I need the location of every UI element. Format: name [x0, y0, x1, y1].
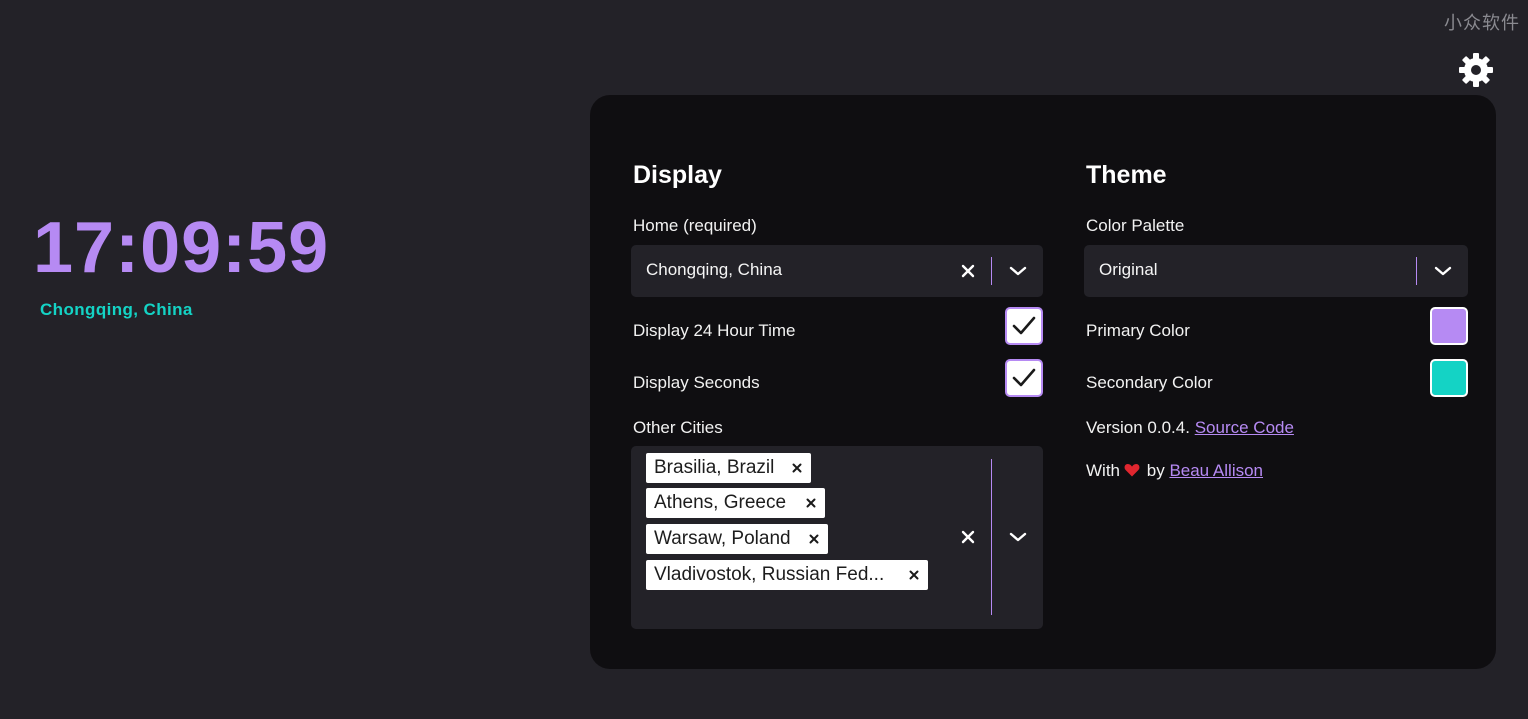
- chevron-down-icon: [1009, 532, 1027, 542]
- clock-time: 17:09:59: [33, 208, 330, 288]
- primary-color-label: Primary Color: [1086, 321, 1190, 340]
- color-palette-select[interactable]: Original: [1084, 245, 1468, 297]
- city-chip-label: Vladivostok, Russian Fed...: [654, 564, 885, 585]
- author-link[interactable]: Beau Allison: [1169, 461, 1263, 480]
- settings-panel: Display Home (required) Chongqing, China…: [590, 95, 1496, 669]
- version-line: Version 0.0.4. Source Code: [1086, 418, 1294, 438]
- theme-title: Theme: [1086, 161, 1167, 189]
- select-separator: [991, 459, 992, 615]
- select-separator: [991, 257, 992, 285]
- by-text: by: [1146, 461, 1165, 480]
- city-chip-label: Warsaw, Poland: [654, 528, 791, 549]
- settings-gear-icon[interactable]: [1458, 52, 1494, 88]
- city-chip: Warsaw, Poland: [646, 524, 828, 554]
- home-label: Home (required): [633, 216, 757, 235]
- check-icon: [1012, 316, 1036, 335]
- home-select[interactable]: Chongqing, China: [631, 245, 1043, 297]
- city-chip: Brasilia, Brazil: [646, 453, 811, 483]
- watermark: 小众软件: [1444, 13, 1520, 33]
- display-24h-checkbox[interactable]: [1005, 307, 1043, 345]
- select-separator: [1416, 257, 1417, 285]
- gear-icon: [1459, 53, 1493, 87]
- other-cities-clear-button[interactable]: [955, 524, 981, 550]
- close-icon: [961, 530, 975, 544]
- primary-color-swatch[interactable]: [1430, 307, 1468, 345]
- home-clear-button[interactable]: [955, 258, 981, 284]
- secondary-color-label: Secondary Color: [1086, 373, 1213, 392]
- close-icon: [961, 264, 975, 278]
- chevron-down-icon: [1009, 266, 1027, 276]
- color-palette-label: Color Palette: [1086, 216, 1185, 235]
- color-palette-value: Original: [1099, 260, 1158, 279]
- color-palette-dropdown-button[interactable]: [1430, 259, 1456, 283]
- other-cities-label: Other Cities: [633, 418, 723, 437]
- clock-city-label: Chongqing, China: [40, 300, 193, 319]
- remove-city-button[interactable]: [906, 567, 922, 583]
- close-icon: [909, 570, 919, 580]
- check-icon: [1012, 368, 1036, 387]
- heart-icon: [1124, 462, 1140, 482]
- close-icon: [792, 463, 802, 473]
- close-icon: [809, 534, 819, 544]
- display-seconds-label: Display Seconds: [633, 373, 760, 392]
- home-dropdown-button[interactable]: [1005, 259, 1031, 283]
- city-chip-label: Athens, Greece: [654, 492, 787, 513]
- display-title: Display: [633, 161, 722, 189]
- app-root: 小众软件 17:09:59 Chongqing, China Display H…: [0, 0, 1528, 719]
- with-text: With: [1086, 461, 1120, 480]
- version-text: Version 0.0.4.: [1086, 418, 1190, 437]
- close-icon: [806, 498, 816, 508]
- city-chip-label: Brasilia, Brazil: [654, 457, 775, 478]
- chevron-down-icon: [1434, 266, 1452, 276]
- display-seconds-checkbox[interactable]: [1005, 359, 1043, 397]
- home-select-value: Chongqing, China: [646, 260, 783, 279]
- source-code-link[interactable]: Source Code: [1195, 418, 1294, 437]
- remove-city-button[interactable]: [806, 531, 822, 547]
- remove-city-button[interactable]: [803, 495, 819, 511]
- remove-city-button[interactable]: [789, 460, 805, 476]
- city-chip: Athens, Greece: [646, 488, 825, 518]
- display-24h-label: Display 24 Hour Time: [633, 321, 796, 340]
- secondary-color-swatch[interactable]: [1430, 359, 1468, 397]
- city-chip: Vladivostok, Russian Fed...: [646, 560, 928, 590]
- credits-line: With by Beau Allison: [1086, 461, 1263, 482]
- other-cities-select[interactable]: Brasilia, Brazil Athens, Greece Warsaw, …: [631, 446, 1043, 629]
- other-cities-dropdown-button[interactable]: [1005, 525, 1031, 549]
